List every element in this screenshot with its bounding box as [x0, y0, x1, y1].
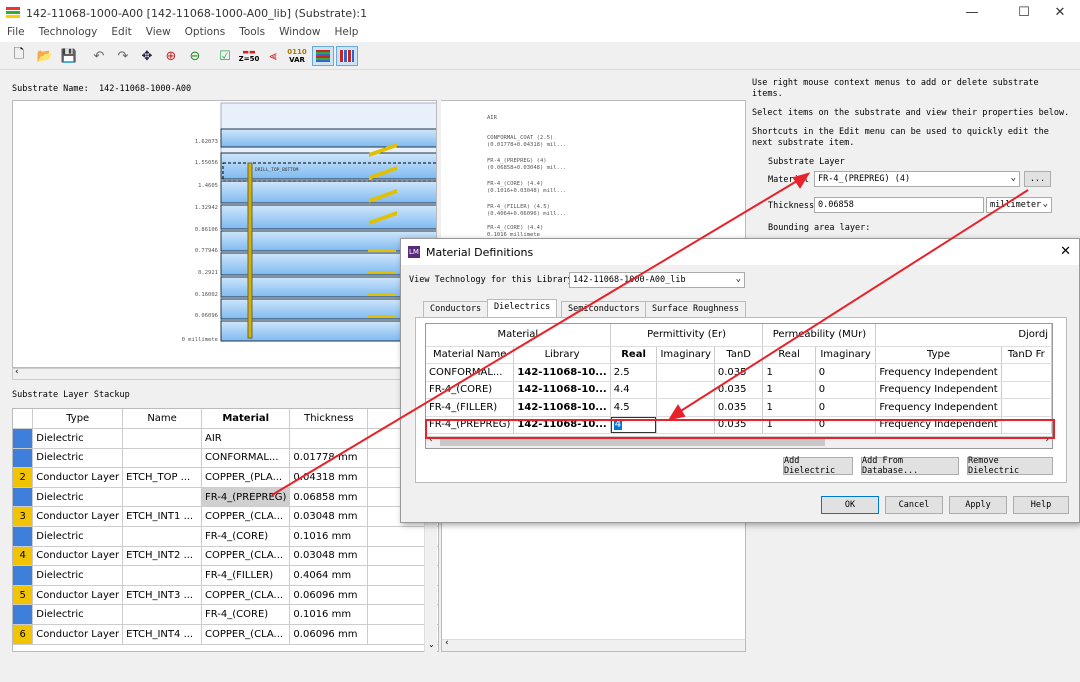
tab-dielectrics[interactable]: Dielectrics: [487, 299, 558, 317]
arrow-line: [271, 177, 803, 496]
arrow-head: [667, 404, 686, 421]
arrow-head: [792, 172, 811, 189]
arrow-line: [675, 189, 1029, 415]
annotation-arrows: [271, 172, 1029, 496]
